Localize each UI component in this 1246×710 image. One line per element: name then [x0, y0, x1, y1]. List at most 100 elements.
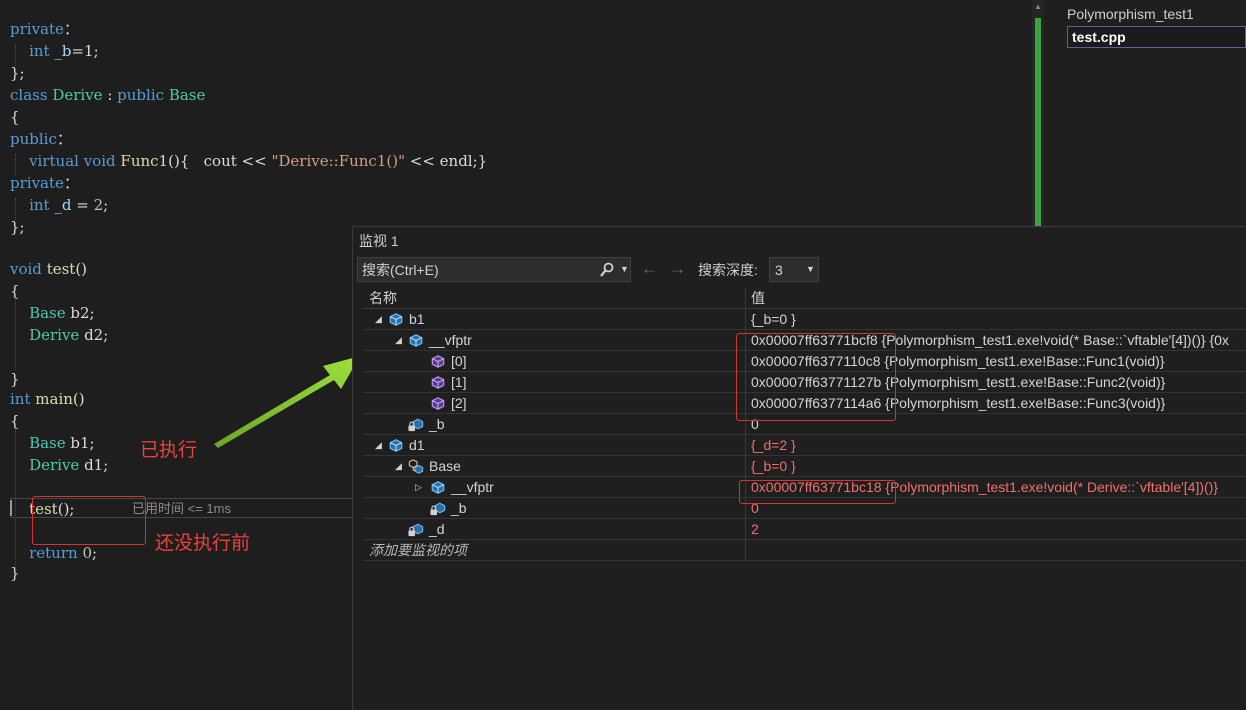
add-watch-item-row[interactable]: 添加要监视的项 — [363, 540, 1246, 561]
watch-item-value: 2 — [751, 521, 759, 537]
code-line[interactable]: private： — [10, 172, 79, 194]
value-column-header[interactable]: 值 — [751, 289, 765, 307]
search-back-arrow-icon[interactable]: ← — [641, 258, 658, 280]
active-file-tab[interactable]: test.cpp — [1067, 26, 1246, 48]
scroll-up-icon[interactable]: ▲ — [1034, 2, 1042, 11]
indent-guide — [15, 154, 16, 176]
code-line[interactable]: Base b1; — [10, 432, 95, 454]
code-line[interactable]: Derive d1; — [10, 454, 108, 476]
collapse-arrow-icon[interactable]: ◢ — [375, 312, 382, 326]
code-line[interactable]: { — [10, 106, 20, 128]
code-token: virtual — [29, 152, 79, 170]
search-depth-value: 3 — [775, 262, 783, 278]
name-column-header[interactable]: 名称 — [369, 289, 397, 307]
code-line[interactable]: Base b2; — [10, 302, 95, 324]
code-token: Derive — [52, 86, 103, 104]
code-token: }; — [10, 218, 25, 236]
code-token: () — [75, 260, 88, 278]
watch-grid: 名称 值 ◢ b1 {_b=0 } ◢ __vfptr 0x00007ff63771bcf… — [363, 287, 1246, 565]
watch-row[interactable]: ◢ b1 {_b=0 } — [363, 309, 1246, 330]
code-line[interactable]: Derive d2; — [10, 324, 108, 346]
search-depth-select[interactable]: 3 ▼ — [769, 257, 819, 282]
elapsed-time-hint: 已用时间 <= 1ms — [132, 501, 231, 516]
code-line[interactable]: virtual void Func1(){ cout << "Derive::F… — [10, 150, 487, 172]
code-line[interactable]: public： — [10, 128, 72, 150]
watch-row[interactable]: ◢ d1 {_d=2 } — [363, 435, 1246, 456]
code-line[interactable]: } — [10, 368, 20, 390]
code-token: _d — [54, 196, 72, 214]
code-token: ; — [91, 544, 98, 562]
not-yet-executed-annotation: 还没执行前 — [155, 533, 251, 554]
code-token: Base — [29, 434, 66, 452]
code-token: : — [102, 86, 118, 104]
watch-item-name: Base — [429, 458, 461, 474]
code-line[interactable]: int _b=1; — [10, 40, 99, 62]
code-line[interactable]: int main() — [10, 388, 85, 410]
private-field-icon — [408, 418, 424, 432]
code-token: 0 — [82, 544, 92, 562]
watch-item-name: [0] — [451, 353, 467, 369]
watch-item-name: _b — [451, 500, 467, 516]
code-line[interactable]: }; — [10, 62, 25, 84]
code-token: Func1 — [120, 152, 169, 170]
code-token: _b — [54, 42, 72, 60]
code-line[interactable]: int _d = 2; — [10, 194, 108, 216]
code-token: ： — [63, 20, 79, 38]
method-icon — [431, 376, 445, 389]
code-token: Base — [168, 86, 206, 104]
indent-guide — [15, 44, 16, 66]
code-token: { — [10, 108, 20, 126]
search-options-chevron-icon[interactable]: ▼ — [620, 264, 629, 274]
text-caret — [10, 500, 12, 516]
method-icon — [431, 397, 445, 410]
watch-item-name: [2] — [451, 395, 467, 411]
code-token: d2; — [79, 326, 109, 344]
search-icon[interactable] — [600, 262, 614, 278]
code-line[interactable]: void test() — [10, 258, 87, 280]
method-icon — [431, 355, 445, 368]
code-token: private — [10, 20, 64, 38]
code-token: << endl;} — [404, 152, 488, 170]
watch-search-input[interactable]: 搜索(Ctrl+E) ▼ — [357, 257, 631, 282]
code-token: int — [29, 42, 50, 60]
code-token: private — [10, 174, 64, 192]
code-line[interactable]: return 0; — [10, 542, 97, 564]
watch-item-name: b1 — [409, 311, 425, 327]
code-token: =1; — [71, 42, 99, 60]
code-token: } — [10, 370, 20, 388]
base-class-icon — [408, 459, 424, 474]
editor-scrollbar-thumb[interactable] — [1035, 18, 1041, 226]
search-forward-arrow-icon[interactable]: → — [669, 258, 686, 280]
watch-row[interactable]: ◢ Base {_b=0 } — [363, 456, 1246, 477]
code-token: int — [29, 196, 50, 214]
object-icon — [409, 334, 423, 347]
expand-arrow-icon[interactable]: ▷ — [415, 480, 422, 494]
watch-item-value: {_b=0 } — [751, 311, 796, 327]
indent-guide — [15, 298, 16, 370]
code-line[interactable]: { — [10, 410, 20, 432]
chevron-down-icon[interactable]: ▼ — [806, 264, 815, 274]
private-field-icon — [430, 502, 446, 516]
watch-row[interactable]: _d 2 — [363, 519, 1246, 540]
code-token: ： — [56, 130, 72, 148]
base-vtable-highlight-box — [736, 333, 896, 421]
executed-annotation: 已执行 — [140, 440, 198, 461]
code-line[interactable]: class Derive : public Base — [10, 84, 205, 106]
code-token: Base — [29, 304, 66, 322]
code-line[interactable]: private： — [10, 18, 79, 40]
object-icon — [431, 481, 445, 494]
collapse-arrow-icon[interactable]: ◢ — [395, 459, 402, 473]
collapse-arrow-icon[interactable]: ◢ — [395, 333, 402, 347]
collapse-arrow-icon[interactable]: ◢ — [375, 438, 382, 452]
private-field-icon — [408, 523, 424, 537]
code-line[interactable]: }; — [10, 216, 25, 238]
code-token: Derive — [29, 456, 80, 474]
code-token: public — [10, 130, 57, 148]
code-token: () — [72, 390, 85, 408]
column-separator[interactable] — [745, 287, 746, 561]
watch-item-name: _d — [429, 521, 445, 537]
